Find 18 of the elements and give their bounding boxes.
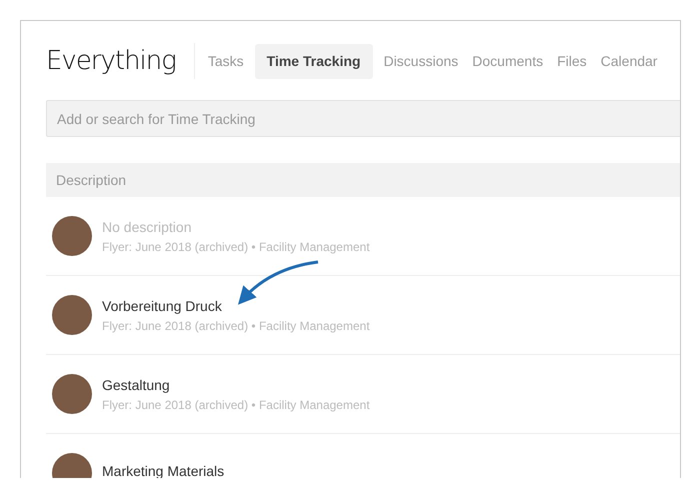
tab[interactable]: Tasks: [200, 44, 251, 78]
avatar-placeholder: [52, 295, 92, 335]
entry-description[interactable]: No description: [102, 218, 370, 234]
entry-description[interactable]: Vorbereitung Druck: [102, 298, 370, 314]
search-field[interactable]: Add or search for Time Tracking: [46, 100, 680, 137]
entry-meta: Flyer: June 2018 (archived) • Facility Management: [102, 398, 370, 412]
tab[interactable]: Time Tracking: [254, 44, 373, 78]
column-heading: Description: [56, 172, 126, 188]
entry-meta: Flyer: June 2018 (archived) • Facility Management: [102, 240, 370, 254]
tab[interactable]: Files: [550, 44, 594, 78]
avatar-placeholder: [52, 216, 92, 256]
entry-description[interactable]: Gestaltung: [102, 376, 370, 392]
page-title: Everything: [46, 46, 176, 76]
entry-meta: Flyer: June 2018 (archived) • Facility Management: [102, 318, 370, 332]
avatar-placeholder: [52, 374, 92, 414]
tab[interactable]: Calendar: [594, 44, 664, 78]
tab[interactable]: Discussions: [376, 44, 466, 78]
tab[interactable]: Documents: [465, 44, 550, 78]
